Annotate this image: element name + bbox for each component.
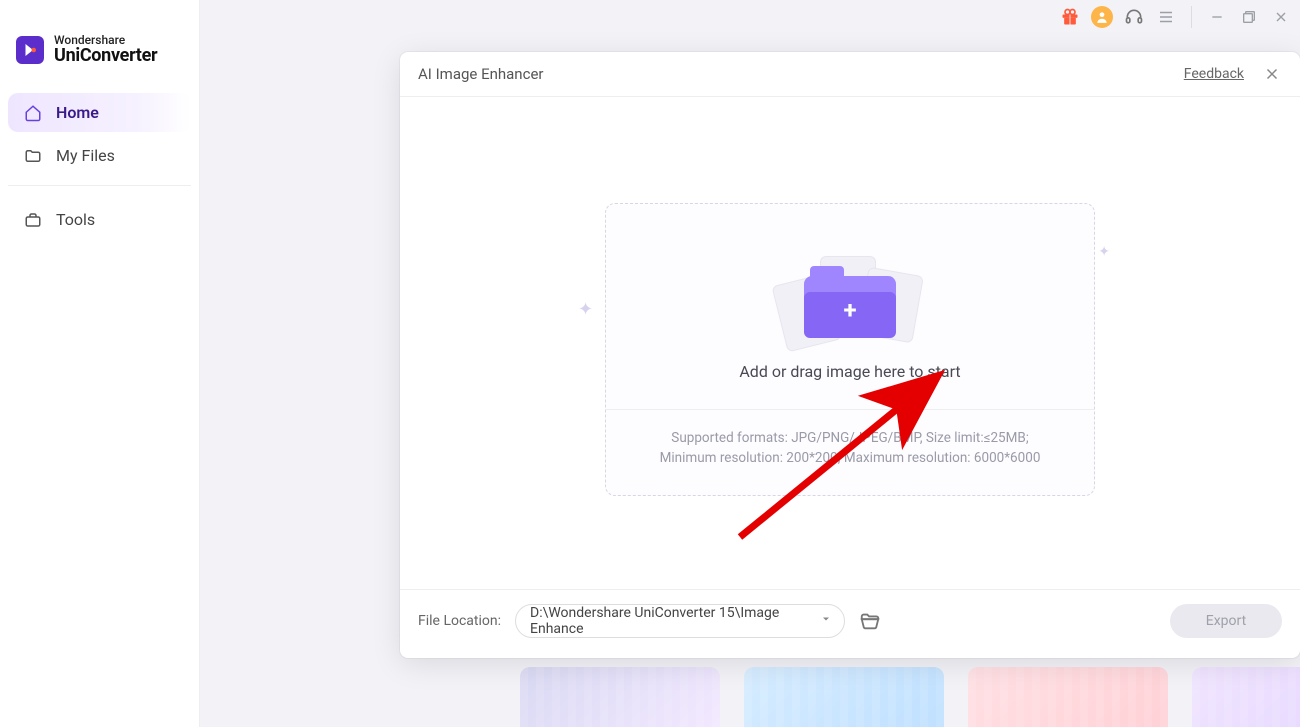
- open-folder-icon[interactable]: [859, 610, 881, 632]
- toolbox-icon: [24, 211, 42, 229]
- thumbnail-card[interactable]: [520, 667, 720, 727]
- app-window: Wondershare UniConverter Home My Files T…: [0, 0, 1300, 727]
- thumbnail-card[interactable]: [968, 667, 1168, 727]
- sidebar-item-tools[interactable]: Tools: [8, 200, 191, 239]
- sidebar-item-myfiles[interactable]: My Files: [8, 136, 191, 175]
- file-location-select[interactable]: D:\Wondershare UniConverter 15\Image Enh…: [515, 604, 845, 638]
- nav: Home My Files Tools: [0, 93, 199, 239]
- sidebar-item-home[interactable]: Home: [8, 93, 191, 132]
- brand-text: Wondershare UniConverter: [54, 34, 157, 65]
- ai-image-enhancer-modal: AI Image Enhancer Feedback: [400, 52, 1300, 658]
- brand-logo-icon: [16, 36, 44, 64]
- folder-icon: [24, 147, 42, 165]
- file-location-value: D:\Wondershare UniConverter 15\Image Enh…: [530, 605, 810, 637]
- dropzone-hint: Supported formats: JPG/PNG/JPEG/BMP, Siz…: [634, 428, 1066, 469]
- sidebar-item-label: Home: [56, 103, 99, 122]
- modal-header: AI Image Enhancer Feedback: [400, 52, 1300, 97]
- brand: Wondershare UniConverter: [0, 30, 199, 93]
- feedback-link[interactable]: Feedback: [1184, 66, 1244, 82]
- sidebar-item-label: Tools: [56, 210, 95, 229]
- user-avatar-icon[interactable]: [1091, 6, 1113, 28]
- export-button[interactable]: Export: [1170, 604, 1282, 638]
- window-controls: [1059, 6, 1292, 28]
- hamburger-menu-icon[interactable]: [1155, 6, 1177, 28]
- support-headset-icon[interactable]: [1123, 6, 1145, 28]
- chevron-down-icon: [820, 613, 832, 629]
- main-area: n AI Image Enhancer Feedback: [200, 0, 1300, 727]
- sidebar-item-label: My Files: [56, 146, 115, 165]
- dropzone-title: Add or drag image here to start: [634, 362, 1066, 381]
- modal-close-icon[interactable]: [1262, 64, 1282, 84]
- thumbnail-card[interactable]: [744, 667, 944, 727]
- separator: [1191, 6, 1192, 28]
- gift-icon[interactable]: [1059, 6, 1081, 28]
- sidebar: Wondershare UniConverter Home My Files T…: [0, 0, 200, 727]
- thumbnail-card[interactable]: [1192, 667, 1300, 727]
- divider: [606, 409, 1094, 410]
- window-maximize-icon[interactable]: [1238, 6, 1260, 28]
- window-minimize-icon[interactable]: [1206, 6, 1228, 28]
- file-location-label: File Location:: [418, 613, 501, 629]
- window-close-icon[interactable]: [1270, 6, 1292, 28]
- folder-plus-icon: + ✦ ✦: [634, 246, 1066, 338]
- image-dropzone[interactable]: + ✦ ✦ Add or drag image here to start Su…: [605, 203, 1095, 496]
- brand-bot: UniConverter: [54, 47, 157, 66]
- nav-divider: [8, 185, 191, 186]
- thumbnail-strip: [520, 667, 1300, 727]
- modal-body: + ✦ ✦ Add or drag image here to start Su…: [400, 97, 1300, 589]
- home-icon: [24, 104, 42, 122]
- modal-title: AI Image Enhancer: [418, 65, 543, 83]
- modal-footer: File Location: D:\Wondershare UniConvert…: [400, 589, 1300, 658]
